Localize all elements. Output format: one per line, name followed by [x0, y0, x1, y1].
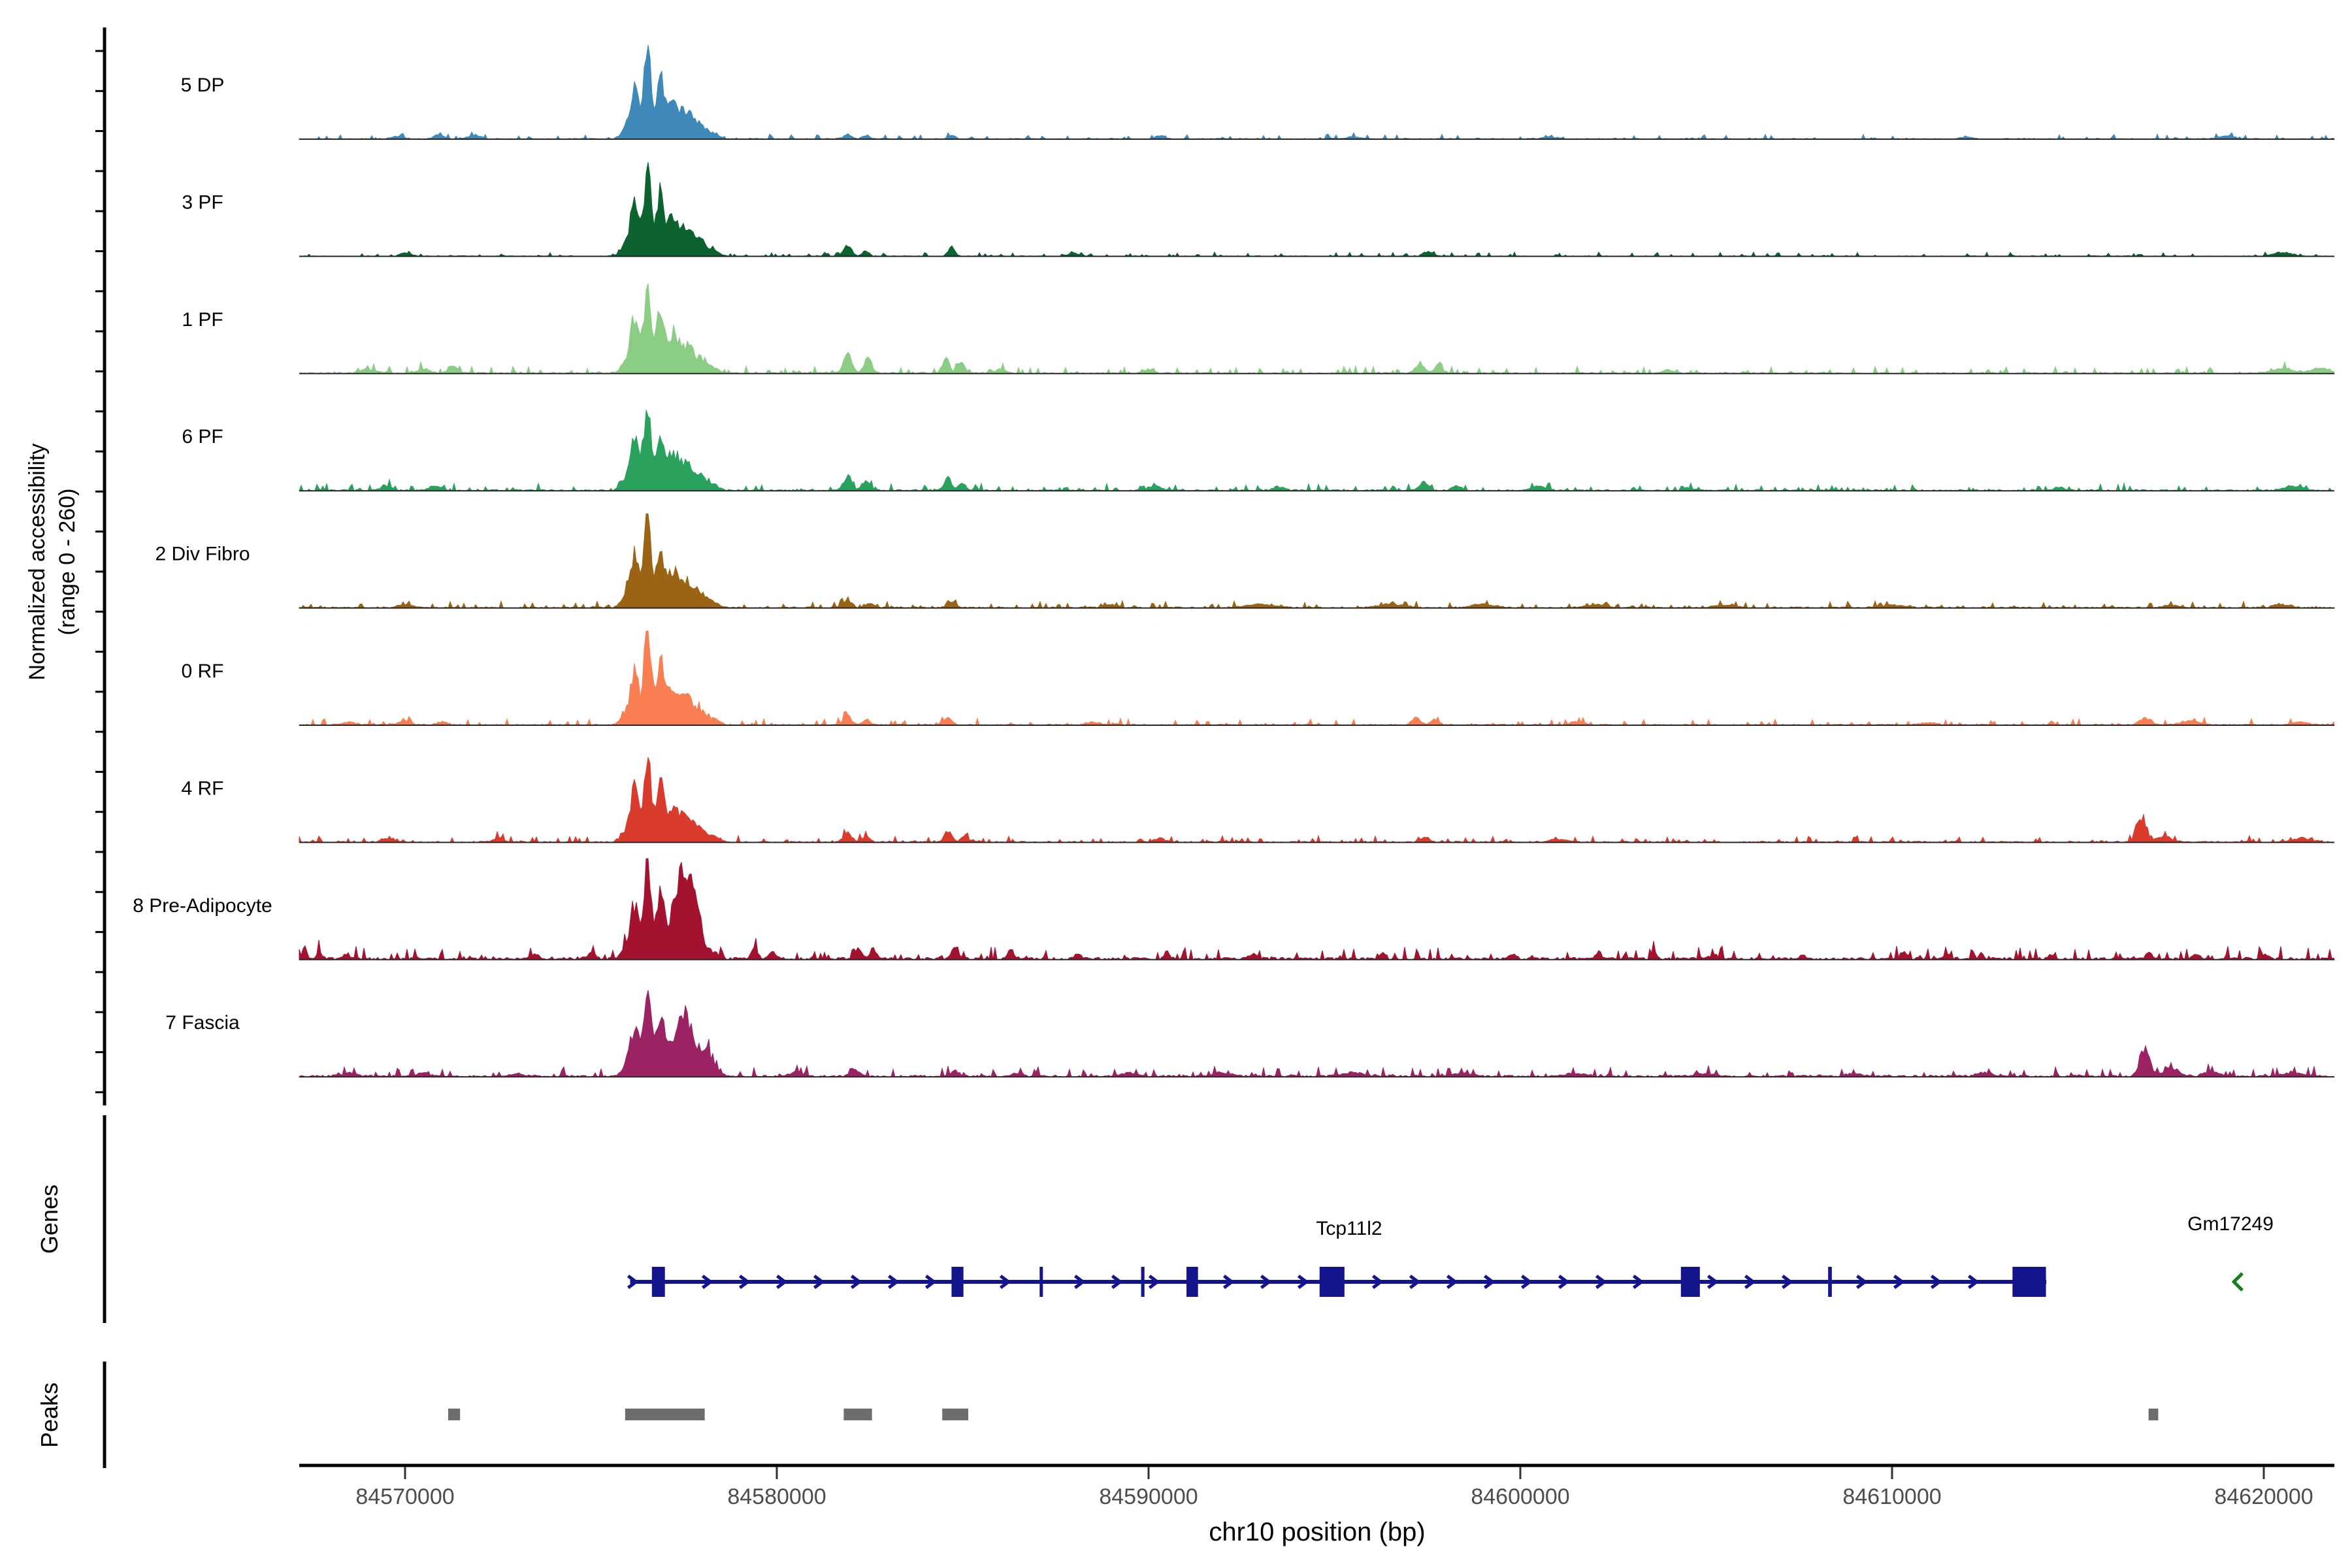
coverage-area-0-rf — [299, 631, 2334, 725]
exon-tcp11l2-7 — [1681, 1267, 1700, 1297]
gene-label-tcp11l2: Tcp11l2 — [1316, 1218, 1382, 1239]
gene-label-gm17249: Gm17249 — [2187, 1213, 2274, 1235]
exon-tcp11l2-2 — [951, 1267, 963, 1297]
x-axis-tick-label: 84610000 — [1842, 1484, 1941, 1509]
gene-models-group — [628, 1267, 2242, 1297]
y-axis-label-line1: Normalized accessibility — [25, 444, 50, 681]
x-axis-tick-label: 84600000 — [1471, 1484, 1569, 1509]
coverage-area-1-pf — [299, 284, 2334, 374]
track-4-rf: 4 RF — [181, 757, 2334, 842]
coverage-tracks-group: 5 DP 3 PF 1 PF 6 PF 2 Div Fibro 0 RF 4 RF 8 Pre… — [133, 45, 2334, 1077]
track-0-rf: 0 RF — [181, 631, 2334, 725]
genes-section-label: Genes — [36, 1184, 63, 1254]
x-axis-tick-label: 84620000 — [2214, 1484, 2313, 1509]
tracks-axis-bracket — [95, 27, 105, 1105]
exon-tcp11l2-4 — [1141, 1267, 1145, 1297]
track-2-div-fibro: 2 Div Fibro — [155, 514, 2334, 608]
track-1-pf: 1 PF — [182, 284, 2334, 374]
coverage-area-3-pf — [299, 162, 2334, 256]
x-axis-title: chr10 position (bp) — [1209, 1518, 1425, 1546]
x-axis: 84570000 84580000 84590000 84600000 84610000… — [299, 1465, 2334, 1509]
exon-tcp11l2-8 — [1828, 1267, 1832, 1297]
exon-tcp11l2-6 — [1320, 1267, 1345, 1297]
coverage-area-6-pf — [299, 410, 2334, 491]
x-axis-tick-label: 84580000 — [727, 1484, 826, 1509]
peaks-section-label: Peaks — [36, 1382, 63, 1448]
exon-tcp11l2-3 — [1039, 1267, 1043, 1297]
x-axis-tick-label: 84590000 — [1099, 1484, 1198, 1509]
genome-browser-canvas: Normalized accessibility (range 0 - 260)… — [0, 0, 2352, 1568]
peak-region-3 — [843, 1409, 872, 1420]
track-label-0-rf: 0 RF — [181, 661, 223, 682]
coverage-area-7-fascia — [299, 990, 2334, 1077]
exon-tcp11l2-9 — [2012, 1267, 2046, 1297]
x-axis-tick-label: 84570000 — [355, 1484, 454, 1509]
track-label-5-dp: 5 DP — [181, 74, 225, 96]
track-label-7-fascia: 7 Fascia — [165, 1012, 240, 1034]
peak-region-2 — [625, 1409, 705, 1420]
exon-tcp11l2-1 — [652, 1267, 665, 1297]
y-axis-label-line2: (range 0 - 260) — [55, 489, 80, 636]
peak-region-1 — [448, 1409, 460, 1420]
track-3-pf: 3 PF — [182, 162, 2334, 256]
coverage-area-8-pre-adipocyte — [299, 858, 2334, 960]
track-label-1-pf: 1 PF — [182, 309, 223, 331]
track-8-pre-adipocyte: 8 Pre-Adipocyte — [133, 858, 2334, 960]
track-label-4-rf: 4 RF — [181, 777, 223, 799]
track-label-2-div-fibro: 2 Div Fibro — [155, 544, 250, 565]
coverage-plot-figure: Normalized accessibility (range 0 - 260)… — [0, 0, 2352, 1568]
peak-regions-group — [448, 1409, 2158, 1420]
peak-region-5 — [2149, 1409, 2159, 1420]
track-7-fascia: 7 Fascia — [165, 990, 2334, 1077]
exon-tcp11l2-5 — [1186, 1267, 1198, 1297]
peak-region-4 — [942, 1409, 968, 1420]
track-label-6-pf: 6 PF — [182, 426, 223, 448]
track-6-pf: 6 PF — [182, 410, 2334, 491]
track-label-3-pf: 3 PF — [182, 191, 223, 213]
coverage-area-2-div-fibro — [299, 514, 2334, 608]
coverage-area-5-dp — [299, 45, 2334, 139]
gene-gm17249-strand-arrow-icon — [2234, 1273, 2242, 1290]
track-5-dp: 5 DP — [181, 45, 2334, 139]
coverage-area-4-rf — [299, 757, 2334, 842]
track-label-8-pre-adipocyte: 8 Pre-Adipocyte — [133, 895, 272, 917]
